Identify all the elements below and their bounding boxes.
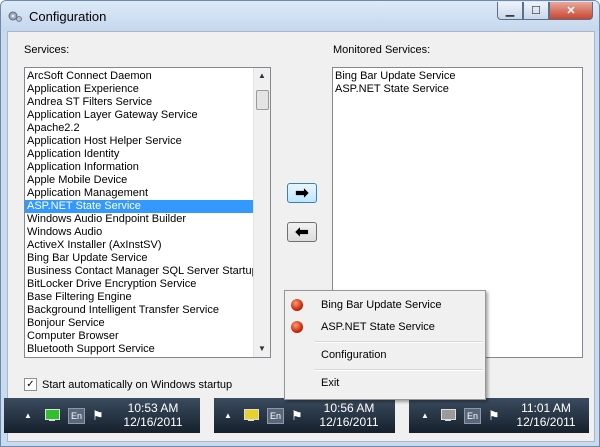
monitored-items: Bing Bar Update Service ASP.NET State Ser… bbox=[333, 70, 578, 96]
minimize-icon: ▁ bbox=[505, 5, 515, 17]
service-stopped-icon bbox=[291, 321, 303, 333]
clock-date: 12/16/2011 bbox=[516, 415, 576, 429]
language-icon[interactable]: En bbox=[464, 408, 481, 424]
services-label: Services: bbox=[24, 44, 70, 56]
maximize-button[interactable]: ☐ bbox=[523, 2, 549, 20]
services-list[interactable]: ArcSoft Connect Daemon Application Experi… bbox=[24, 67, 271, 358]
arrow-right-icon: ➡ bbox=[295, 185, 309, 202]
clock-date: 12/16/2011 bbox=[123, 415, 183, 429]
service-list-item[interactable]: Application Host Helper Service bbox=[25, 135, 253, 148]
service-list-item[interactable]: Computer Browser bbox=[25, 330, 253, 343]
menu-item-label: Configuration bbox=[321, 349, 387, 361]
service-list-item[interactable]: ArcSoft Connect Daemon bbox=[25, 70, 253, 83]
startup-checkbox[interactable]: ✓ Start automatically on Windows startup bbox=[24, 378, 232, 391]
menu-item-aspnet-state-service[interactable]: ASP.NET State Service bbox=[285, 317, 485, 337]
menu-item-label: ASP.NET State Service bbox=[321, 321, 435, 333]
service-list-item[interactable]: Business Contact Manager SQL Server Star… bbox=[25, 265, 268, 278]
service-list-item[interactable]: Application Experience bbox=[25, 83, 253, 96]
monitored-service-list-item[interactable]: ASP.NET State Service bbox=[333, 83, 578, 96]
caption-buttons: ▁ ☐ ✕ bbox=[497, 2, 593, 20]
services-scrollbar[interactable]: ▲ ▼ bbox=[253, 68, 270, 357]
service-list-item[interactable]: Apache2.2 bbox=[25, 122, 253, 135]
service-list-item[interactable]: Andrea ST Filters Service bbox=[25, 96, 253, 109]
menu-item-bing-bar-update-service[interactable]: Bing Bar Update Service bbox=[285, 295, 485, 315]
service-list-item[interactable]: BitLocker Drive Encryption Service bbox=[25, 278, 253, 291]
clock[interactable]: 10:56 AM 12/16/2011 bbox=[316, 401, 382, 429]
service-list-item[interactable]: Application Layer Gateway Service bbox=[25, 109, 253, 122]
flag-icon[interactable]: ⚑ bbox=[291, 408, 303, 424]
gear-icon bbox=[8, 11, 22, 22]
service-monitor-tray-icon[interactable] bbox=[44, 408, 60, 421]
service-list-item[interactable]: ActiveX Installer (AxInstSV) bbox=[25, 239, 253, 252]
clock-time: 11:01 AM bbox=[521, 401, 571, 415]
tray-context-menu: Bing Bar Update Service ASP.NET State Se… bbox=[284, 290, 486, 400]
service-monitor-tray-icon[interactable] bbox=[243, 408, 259, 421]
maximize-icon: ☐ bbox=[531, 5, 541, 17]
taskbar-1: ▲ En ⚑ 10:53 AM 12/16/2011 bbox=[4, 398, 200, 433]
scroll-thumb[interactable] bbox=[256, 90, 269, 110]
service-list-item[interactable]: Bing Bar Update Service bbox=[25, 252, 253, 265]
startup-checkbox-label: Start automatically on Windows startup bbox=[42, 378, 233, 391]
show-hidden-icons-icon[interactable]: ▲ bbox=[421, 411, 429, 420]
menu-item-label: Exit bbox=[321, 377, 340, 389]
scroll-up-icon[interactable]: ▲ bbox=[254, 68, 270, 84]
arrow-left-icon: ⬅ bbox=[295, 224, 309, 241]
taskbar-3: ▲ En ⚑ 11:01 AM 12/16/2011 bbox=[409, 398, 589, 433]
menu-item-exit[interactable]: Exit bbox=[285, 373, 485, 393]
service-list-item[interactable]: Bluetooth Support Service bbox=[25, 343, 253, 356]
services-items: ArcSoft Connect Daemon Application Experi… bbox=[25, 70, 268, 356]
show-hidden-icons-icon[interactable]: ▲ bbox=[224, 411, 232, 420]
clock-time: 10:56 AM bbox=[323, 401, 375, 415]
close-button[interactable]: ✕ bbox=[549, 2, 593, 20]
service-monitor-tray-icon[interactable] bbox=[440, 408, 456, 421]
service-list-item[interactable]: Base Filtering Engine bbox=[25, 291, 253, 304]
title-bar[interactable]: Configuration ▁ ☐ ✕ bbox=[1, 1, 599, 31]
service-list-item[interactable]: Apple Mobile Device bbox=[25, 174, 253, 187]
scroll-down-icon[interactable]: ▼ bbox=[254, 341, 270, 357]
remove-service-button[interactable]: ⬅ bbox=[287, 222, 317, 242]
flag-icon[interactable]: ⚑ bbox=[92, 408, 104, 424]
menu-item-configuration[interactable]: Configuration bbox=[285, 345, 485, 365]
minimize-button[interactable]: ▁ bbox=[497, 2, 523, 20]
flag-icon[interactable]: ⚑ bbox=[488, 408, 500, 424]
clock[interactable]: 11:01 AM 12/16/2011 bbox=[513, 401, 579, 429]
monitored-service-list-item[interactable]: Bing Bar Update Service bbox=[333, 70, 578, 83]
checkbox-icon[interactable]: ✓ bbox=[24, 378, 37, 391]
service-list-item[interactable]: Application Management bbox=[25, 187, 253, 200]
service-stopped-icon bbox=[291, 299, 303, 311]
close-icon: ✕ bbox=[566, 5, 576, 17]
service-list-item[interactable]: Windows Audio Endpoint Builder bbox=[25, 213, 253, 226]
show-hidden-icons-icon[interactable]: ▲ bbox=[24, 411, 32, 420]
service-list-item[interactable]: Application Identity bbox=[25, 148, 253, 161]
taskbar-2: ▲ En ⚑ 10:56 AM 12/16/2011 bbox=[214, 398, 395, 433]
clock[interactable]: 10:53 AM 12/16/2011 bbox=[120, 401, 186, 429]
language-icon[interactable]: En bbox=[68, 408, 85, 424]
window-title: Configuration bbox=[29, 9, 107, 24]
clock-time: 10:53 AM bbox=[127, 401, 179, 415]
clock-date: 12/16/2011 bbox=[319, 415, 379, 429]
menu-separator bbox=[315, 341, 483, 343]
language-icon[interactable]: En bbox=[267, 408, 284, 424]
add-service-button[interactable]: ➡ bbox=[287, 183, 317, 203]
menu-separator bbox=[315, 369, 483, 371]
menu-item-label: Bing Bar Update Service bbox=[321, 299, 442, 311]
service-list-item[interactable]: ASP.NET State Service bbox=[25, 200, 253, 213]
service-list-item[interactable]: Application Information bbox=[25, 161, 253, 174]
service-list-item[interactable]: Background Intelligent Transfer Service bbox=[25, 304, 253, 317]
service-list-item[interactable]: Bonjour Service bbox=[25, 317, 253, 330]
service-list-item[interactable]: Windows Audio bbox=[25, 226, 253, 239]
monitored-services-label: Monitored Services: bbox=[333, 44, 431, 56]
